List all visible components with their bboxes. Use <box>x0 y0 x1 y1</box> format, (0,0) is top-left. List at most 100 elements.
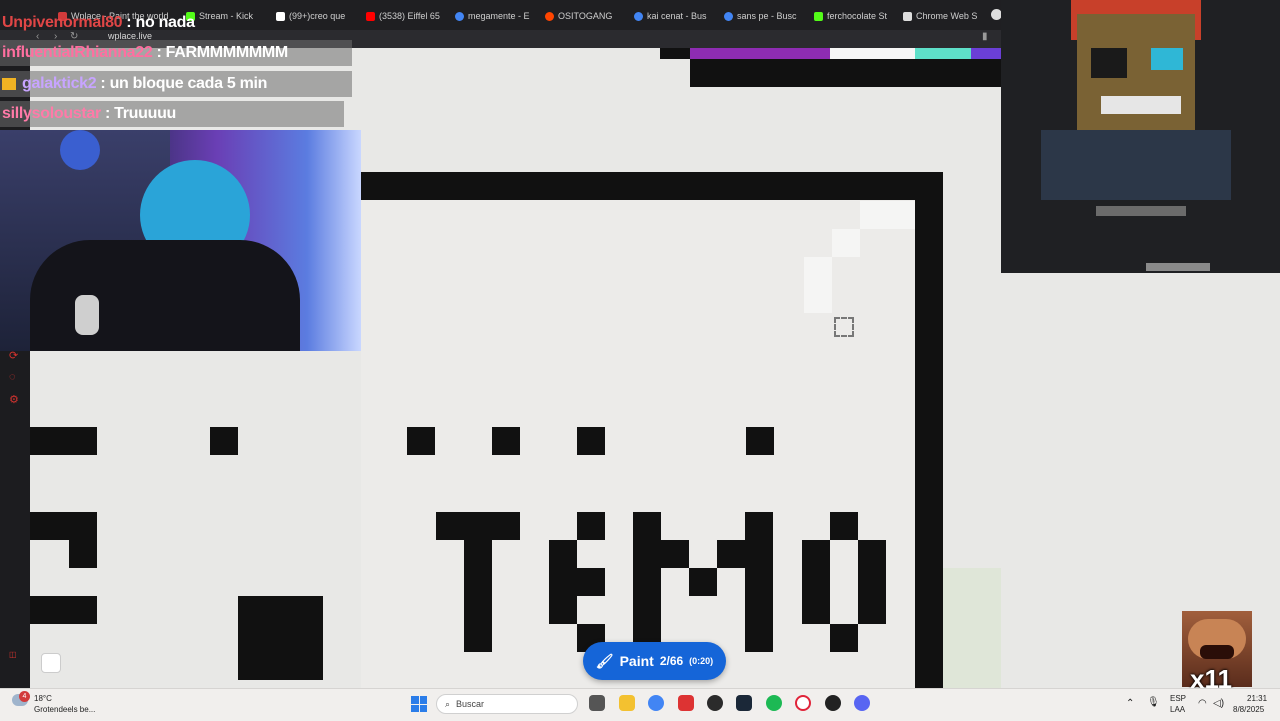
google-favicon-icon <box>455 11 464 21</box>
clock-date[interactable]: 8/8/2025 <box>1233 705 1264 714</box>
app-red-icon[interactable] <box>678 695 694 711</box>
tab-youtube[interactable]: (3538) Eiffel 65 <box>366 8 442 24</box>
brush-icon: 🖌 <box>595 652 614 669</box>
letter-e-pixels <box>577 512 605 540</box>
chat-message: Unpivenormal80 : no nada <box>0 10 201 36</box>
weather-temp[interactable]: 18°C <box>34 694 52 703</box>
canvas-pixel <box>577 427 605 455</box>
canvas-pixel <box>210 427 238 455</box>
canvas-pixel <box>660 48 690 59</box>
streamer-body <box>30 240 300 351</box>
frame-top <box>361 172 943 200</box>
chrome-store-favicon-icon <box>903 11 912 21</box>
letter-o-pixels <box>830 512 858 540</box>
canvas-pixel <box>30 596 97 624</box>
chat-message: influentialRhianna22 : FARMMMMMMM <box>0 40 352 66</box>
letter-o-pixels <box>830 624 858 652</box>
discord-icon[interactable] <box>854 695 870 711</box>
canvas-pixel <box>238 596 323 680</box>
canvas-pixel <box>30 427 97 455</box>
clock-time[interactable]: 21:31 <box>1247 694 1267 703</box>
wifi-icon[interactable]: ◠ <box>1198 698 1207 709</box>
tab-label: (3538) Eiffel 65 <box>379 11 440 21</box>
tab-kai-cenat[interactable]: kai cenat - Bus <box>634 8 710 24</box>
pixel-avatar-panel <box>1001 0 1280 273</box>
google-favicon-icon <box>724 11 733 21</box>
bookmark-icon[interactable]: ▮ <box>982 31 988 42</box>
tray-chevron-icon[interactable]: ⌃ <box>1126 698 1134 709</box>
tab-label: Chrome Web S <box>916 11 978 21</box>
teal-strip <box>915 48 971 59</box>
paint-button[interactable]: 🖌 Paint 2/66 (0:20) <box>583 642 726 680</box>
google-favicon-icon <box>634 11 643 21</box>
chat-message: galaktick2 : un bloque cada 5 min <box>0 71 352 97</box>
opera-icon[interactable] <box>795 695 811 711</box>
chat-text: : FARMMMMMMM <box>156 44 288 61</box>
canvas-pixel <box>746 427 774 455</box>
chrome-icon[interactable] <box>648 695 664 711</box>
avatar-jacket <box>1041 130 1231 200</box>
crown-badge-icon <box>2 78 16 90</box>
paint-label: Paint <box>619 653 654 669</box>
app-dark-icon[interactable] <box>825 695 841 711</box>
white-strip <box>830 48 915 59</box>
frame-right <box>915 172 943 688</box>
tab-tiktok[interactable]: (99+)creo que <box>276 8 350 24</box>
canvas-light-pixel <box>804 285 832 313</box>
steam-icon[interactable] <box>736 695 752 711</box>
avatar-teeth <box>1101 96 1181 114</box>
chat-message: sillysoloustar : Truuuuu <box>0 101 344 127</box>
plush-toy <box>60 130 100 170</box>
chat-text: : un bloque cada 5 min <box>100 75 268 92</box>
notification-badge: 4 <box>19 691 30 702</box>
avatar-caption-bar <box>1146 263 1210 271</box>
canvas-pixel <box>69 540 97 568</box>
file-explorer-icon[interactable] <box>619 695 635 711</box>
microphone <box>75 295 99 335</box>
tiktok-favicon-icon <box>276 11 285 21</box>
tab-ositogang[interactable]: OSITOGANG <box>545 8 621 24</box>
letter-m-pixels <box>745 512 773 652</box>
letter-m-pixels <box>717 540 745 568</box>
tab-label: kai cenat - Bus <box>647 11 707 21</box>
tab-label: ferchocolate St <box>827 11 888 21</box>
pixel-selector-cursor-icon[interactable] <box>834 317 854 337</box>
paint-count: 2/66 <box>659 654 684 668</box>
tab-sans[interactable]: sans pe - Busc <box>724 8 800 24</box>
tab-label: OSITOGANG <box>558 11 613 21</box>
weather-desc[interactable]: Grotendeels be... <box>34 705 95 714</box>
kick-favicon-icon <box>814 11 823 21</box>
tab-label: (99+)creo que <box>289 11 346 21</box>
tab-ferchocolate[interactable]: ferchocolate St <box>814 8 890 24</box>
task-view-icon[interactable] <box>589 695 605 711</box>
tab-megamente[interactable]: megamente - E <box>455 8 531 24</box>
search-icon: ⌕ <box>445 698 451 709</box>
canvas-pixel <box>492 427 520 455</box>
language-top[interactable]: ESP <box>1170 694 1186 703</box>
taskbar-search[interactable]: ⌕ Buscar <box>436 694 578 714</box>
chat-icon[interactable]: ◌ <box>9 371 16 383</box>
canvas-tool-button[interactable] <box>41 653 61 673</box>
youtube-favicon-icon <box>366 11 375 21</box>
chat-username: sillysoloustar <box>2 105 101 122</box>
streamer-webcam <box>0 130 361 351</box>
microphone-icon[interactable]: 🎙 <box>1147 697 1160 708</box>
spotify-icon[interactable] <box>766 695 782 711</box>
paint-timer: (0:20) <box>689 656 714 666</box>
tab-chrome-web-store[interactable]: Chrome Web S <box>903 8 983 24</box>
letter-o-pixels <box>802 540 830 624</box>
chat-text: : no nada <box>126 14 195 31</box>
windows-start-icon[interactable] <box>411 696 427 712</box>
obs-icon[interactable] <box>707 695 723 711</box>
chat-text: : Truuuuu <box>104 105 177 122</box>
volume-icon[interactable]: ◁) <box>1213 698 1224 709</box>
letter-t-pixels <box>464 540 492 652</box>
settings-icon[interactable]: ⚙ <box>9 393 19 406</box>
reddit-favicon-icon <box>545 11 554 21</box>
sidebar-misc-icon[interactable]: ◫ <box>9 650 17 659</box>
avatar-caption-bar <box>1096 206 1186 216</box>
language-bottom[interactable]: LAA <box>1170 705 1185 714</box>
emote-mouth <box>1200 645 1234 659</box>
canvas-light-pixel <box>804 257 832 285</box>
chat-username: influentialRhianna22 <box>2 44 153 61</box>
